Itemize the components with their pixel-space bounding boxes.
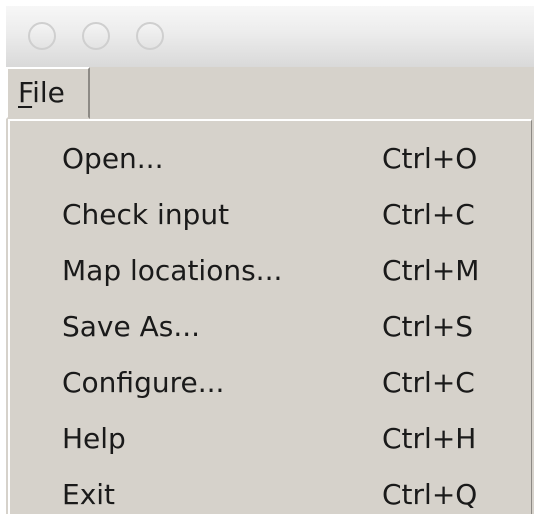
application-window: File Open... Ctrl+O Check input Ctrl+C M… [6, 6, 534, 514]
window-titlebar[interactable] [6, 6, 534, 67]
menu-item-shortcut: Ctrl+C [382, 198, 475, 231]
maximize-icon[interactable] [136, 22, 164, 50]
menu-item-exit[interactable]: Exit Ctrl+Q [10, 467, 531, 523]
file-menu-dropdown: Open... Ctrl+O Check input Ctrl+C Map lo… [8, 119, 532, 514]
menu-item-label: Check input [62, 198, 230, 231]
menu-item-shortcut: Ctrl+S [382, 310, 474, 343]
menu-file-label: ile [32, 76, 65, 109]
menu-file-mnemonic: F [18, 76, 33, 109]
menu-item-check-input[interactable]: Check input Ctrl+C [10, 187, 531, 243]
menu-item-label: Open... [62, 142, 164, 175]
menu-file[interactable]: File [6, 67, 90, 119]
menu-item-shortcut: Ctrl+C [382, 366, 475, 399]
minimize-icon[interactable] [82, 22, 110, 50]
menu-item-label: Map locations... [62, 254, 283, 287]
menu-item-map-locations[interactable]: Map locations... Ctrl+M [10, 243, 531, 299]
menu-item-shortcut: Ctrl+M [382, 254, 480, 287]
menu-item-configure[interactable]: Configure... Ctrl+C [10, 355, 531, 411]
menu-item-label: Exit [62, 478, 116, 511]
menu-item-shortcut: Ctrl+O [382, 142, 478, 175]
menu-item-save-as[interactable]: Save As... Ctrl+S [10, 299, 531, 355]
menu-item-shortcut: Ctrl+H [382, 422, 477, 455]
menu-bar: File [6, 67, 534, 119]
menu-item-open[interactable]: Open... Ctrl+O [10, 131, 531, 187]
close-icon[interactable] [28, 22, 56, 50]
menu-item-label: Save As... [62, 310, 201, 343]
menu-item-shortcut: Ctrl+Q [382, 478, 478, 511]
menu-item-label: Help [62, 422, 126, 455]
menu-item-help[interactable]: Help Ctrl+H [10, 411, 531, 467]
menu-item-label: Configure... [62, 366, 225, 399]
